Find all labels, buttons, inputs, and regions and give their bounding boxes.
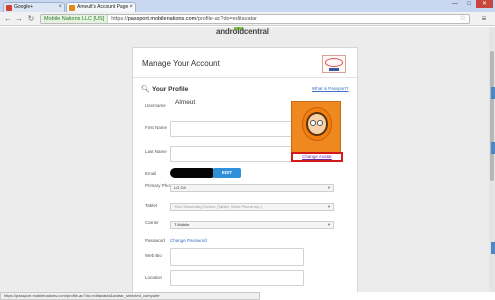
primary-phone-value: LG G4 — [174, 185, 186, 190]
key-icon: 🔍︎ — [141, 86, 150, 93]
url-protocol: https:// — [111, 16, 128, 22]
avatar-eye-left — [310, 120, 316, 126]
avatar — [291, 101, 341, 153]
status-bar-url: https://passport.mobilenations.com/profi… — [0, 292, 260, 300]
browser-tab-google-plus[interactable]: Google+ × — [3, 2, 65, 12]
location-field[interactable] — [170, 270, 304, 286]
avatar-eye-right — [317, 120, 323, 126]
chevron-down-icon: ▼ — [327, 204, 331, 209]
tablet-placeholder: Your Secondary Device (Tablet, Work Phon… — [174, 204, 262, 209]
side-tab-icon[interactable] — [491, 242, 495, 254]
carrier-select[interactable]: T-Mobile ▼ — [170, 221, 334, 229]
carrier-value: T-Mobile — [174, 222, 190, 227]
change-avatar-link[interactable]: Change Avatar — [291, 152, 343, 162]
last-name-field[interactable] — [170, 146, 304, 162]
passport-bar-icon — [329, 68, 339, 71]
close-window-button[interactable]: ✕ — [476, 0, 493, 8]
site-logo[interactable]: androidcentral — [196, 27, 286, 39]
edit-email-button[interactable]: EDIT — [213, 168, 241, 178]
change-password-link[interactable]: Change Password — [170, 238, 207, 243]
browser-tab-account-page[interactable]: Ameult's Account Page - × — [66, 2, 136, 12]
close-tab-icon[interactable]: × — [129, 3, 133, 12]
google-plus-favicon-icon — [6, 5, 12, 11]
url-path: /profile-ac?do=editavatar — [196, 16, 257, 22]
browser-menu-icon[interactable]: ≡ — [479, 14, 489, 24]
page-title: Manage Your Account — [142, 59, 220, 68]
web-bio-field[interactable] — [170, 248, 304, 266]
back-icon[interactable]: ← — [3, 14, 13, 24]
tab-title: Google+ — [14, 4, 34, 10]
primary-phone-select[interactable]: LG G4 ▼ — [170, 184, 334, 192]
scrollbar-thumb[interactable] — [490, 51, 494, 181]
address-bar[interactable]: Mobile Nations LLC [US] https://passport.… — [40, 14, 470, 24]
what-is-passport-link[interactable]: What is Passport? — [312, 86, 349, 91]
site-favicon-icon — [69, 5, 75, 11]
reload-icon[interactable]: ↻ — [26, 14, 36, 24]
close-tab-icon[interactable]: × — [58, 3, 62, 12]
email-value-redacted — [170, 168, 216, 178]
vertical-scrollbar[interactable] — [489, 27, 495, 292]
first-name-field[interactable] — [170, 121, 304, 137]
tab-title: Ameult's Account Page - — [77, 4, 132, 10]
ev-certificate-badge[interactable]: Mobile Nations LLC [US] — [41, 15, 109, 23]
chevron-down-icon: ▼ — [327, 185, 331, 190]
username-value: Almeut — [175, 99, 196, 106]
passport-stamp-icon — [325, 58, 343, 67]
minimize-button[interactable]: — — [448, 0, 462, 8]
maximize-button[interactable]: □ — [462, 0, 476, 8]
chevron-down-icon: ▼ — [327, 222, 331, 227]
passport-badge-icon — [322, 55, 346, 73]
forward-icon[interactable]: → — [14, 14, 24, 24]
browser-toolbar: ← → ↻ Mobile Nations LLC [US] https://pas… — [0, 12, 495, 26]
tablet-select[interactable]: Your Secondary Device (Tablet, Work Phon… — [170, 203, 334, 211]
profile-heading: Your Profile — [152, 86, 189, 93]
bookmark-star-icon[interactable]: ☆ — [460, 15, 466, 23]
url-host: passport.mobilenations.com — [127, 16, 197, 22]
side-tab-icon[interactable] — [491, 87, 495, 99]
browser-titlebar: Google+ × Ameult's Account Page - × — □ … — [0, 0, 495, 12]
card-header: Manage Your Account — [133, 48, 357, 78]
side-tab-icon[interactable] — [491, 142, 495, 154]
logo-text: androidcentral — [216, 27, 269, 36]
username-label: Username — [145, 103, 166, 108]
